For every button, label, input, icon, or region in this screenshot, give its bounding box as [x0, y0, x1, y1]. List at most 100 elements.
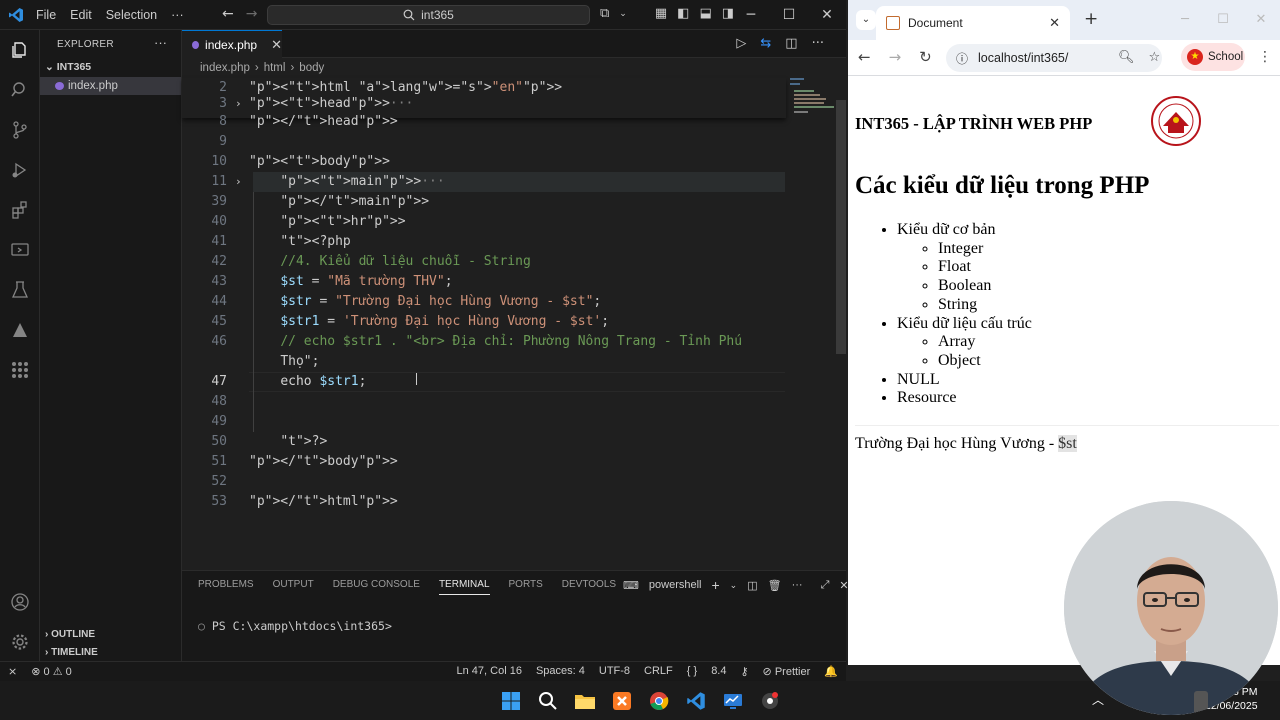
file-index-php[interactable]: index.php [40, 77, 181, 95]
menu-selection[interactable]: Selection [106, 8, 157, 22]
toggle-panel-icon[interactable]: ⬓ [699, 6, 711, 21]
chevron-down-icon[interactable]: ⌄ [730, 580, 738, 591]
code-line[interactable]: 49 [182, 412, 786, 432]
gear-icon[interactable] [8, 630, 32, 654]
menu-file[interactable]: File [36, 8, 56, 22]
compare-icon[interactable]: ⇆ [760, 36, 771, 51]
code-line[interactable]: 11 › "p"><"t">main"p">>··· [182, 172, 786, 192]
explorer-icon[interactable] [8, 38, 32, 62]
code-line[interactable]: 44 $str = "Trường Đại học Hùng Vương - $… [182, 292, 786, 312]
close-tab-icon[interactable]: ✕ [271, 37, 282, 53]
editor-scrollbar[interactable] [836, 100, 846, 354]
code-editor[interactable]: 2 "p"><"t">html "a">lang"w">="s">"en""p">… [182, 78, 836, 570]
chevron-down-icon[interactable]: ⌄ [619, 9, 627, 19]
copilot-icon[interactable]: ⧉ [600, 6, 609, 21]
back-arrow-icon[interactable]: ← [222, 6, 234, 22]
trash-icon[interactable]: 🗑 [768, 579, 782, 592]
back-arrow-icon[interactable]: ← [858, 48, 871, 66]
reload-icon[interactable]: ↻ [919, 48, 932, 66]
search-icon[interactable] [535, 688, 560, 713]
new-tab-icon[interactable]: + [1084, 9, 1098, 29]
code-line[interactable]: 53 "p"></"t">html"p">> [182, 492, 786, 512]
tab-search-icon[interactable]: ⌄ [856, 10, 876, 30]
code-line[interactable]: Thọ"; [182, 352, 786, 372]
code-line[interactable]: 46 // echo $str1 . "<br> Địa chỉ: Phường… [182, 332, 786, 352]
code-line[interactable]: 43 $st = "Mã trường THV"; [182, 272, 786, 292]
code-line[interactable]: 42 //4. Kiểu dữ liệu chuỗi - String [182, 252, 786, 272]
menu-more[interactable]: ··· [171, 8, 184, 22]
terminal-output[interactable]: ○ PS C:\xampp\htdocs\int365> [198, 619, 392, 633]
remote-icon[interactable]: ⨯ [8, 665, 17, 678]
encoding[interactable]: UTF-8 [599, 665, 630, 678]
tab-index-php[interactable]: index.php ✕ [182, 30, 282, 58]
chevron-up-icon[interactable]: ︿ [1092, 691, 1104, 708]
chrome-icon[interactable] [646, 688, 671, 713]
xampp-icon[interactable] [609, 688, 634, 713]
media-app-icon[interactable] [757, 688, 782, 713]
browser-menu-icon[interactable]: ⋮ [1258, 49, 1272, 65]
prettier-status[interactable]: ⊘ Prettier [763, 665, 811, 678]
tab-debug-console[interactable]: DEBUG CONSOLE [333, 579, 420, 595]
code-line[interactable]: 40 "p"><"t">hr"p">> [182, 212, 786, 232]
maximize-panel-icon[interactable]: ⤢ [821, 579, 830, 592]
close-tab-icon[interactable]: ✕ [1049, 15, 1060, 31]
site-info-icon[interactable]: ⓘ [956, 50, 968, 67]
code-line[interactable]: 3 › "p"><"t">head"p">>··· [182, 94, 786, 114]
language-mode[interactable]: { } [687, 665, 697, 678]
shell-name[interactable]: powershell [649, 579, 702, 591]
bookmark-star-icon[interactable]: ☆ [1149, 50, 1161, 65]
chevron-right-icon[interactable]: › [235, 172, 242, 192]
toggle-sidebar-icon[interactable]: ◧ [677, 6, 689, 21]
minimize-icon[interactable]: ─ [732, 0, 770, 30]
code-line[interactable]: 9 [182, 132, 786, 152]
php-version[interactable]: 8.4 [711, 665, 726, 678]
vscode-logo-icon[interactable] [8, 7, 24, 23]
bell-icon[interactable]: 🔔 [824, 665, 838, 678]
tab-ports[interactable]: PORTS [509, 579, 543, 595]
remote-explorer-icon[interactable] [8, 238, 32, 262]
vscode-taskbar-icon[interactable] [683, 688, 708, 713]
problems-status[interactable]: ⊗ 0 ⚠ 0 [31, 665, 72, 678]
minimize-icon[interactable]: ─ [1166, 0, 1204, 38]
tab-problems[interactable]: PROBLEMS [198, 579, 254, 595]
code-line[interactable]: 52 [182, 472, 786, 492]
code-line[interactable]: 45 $str1 = 'Trường Đại học Hùng Vương - … [182, 312, 786, 332]
code-line[interactable]: 47 echo $str1; [182, 372, 786, 392]
file-explorer-icon[interactable] [572, 688, 597, 713]
windows-start-icon[interactable] [498, 688, 523, 713]
minimap[interactable] [788, 78, 836, 198]
code-line[interactable]: 51 "p"></"t">body"p">> [182, 452, 786, 472]
more-actions-icon[interactable]: ··· [812, 36, 824, 51]
tab-terminal[interactable]: TERMINAL [438, 579, 490, 595]
code-line[interactable]: 8 "p"></"t">head"p">> [182, 112, 786, 132]
split-terminal-icon[interactable]: ◫ [747, 579, 757, 592]
code-line[interactable]: 41 "t"><?php [182, 232, 786, 252]
breadcrumb-file[interactable]: index.php [200, 62, 250, 74]
split-editor-icon[interactable]: ◫ [785, 36, 797, 51]
remote-desktop-icon[interactable] [720, 688, 745, 713]
chevron-right-icon[interactable]: › [235, 94, 242, 114]
close-icon[interactable]: ✕ [1242, 0, 1280, 38]
profile-button[interactable]: ★ School [1181, 43, 1245, 71]
run-debug-icon[interactable] [8, 158, 32, 182]
browser-tab-document[interactable]: Document ✕ [876, 6, 1070, 40]
line-endings[interactable]: CRLF [644, 665, 673, 678]
indentation[interactable]: Spaces: 4 [536, 665, 585, 678]
timeline-section[interactable]: › TIMELINE [45, 647, 98, 658]
code-line[interactable]: 10 "p"><"t">body"p">> [182, 152, 786, 172]
code-line[interactable]: 50 "t">?> [182, 432, 786, 452]
extensions-icon[interactable] [8, 198, 32, 222]
breadcrumb-html[interactable]: html [264, 62, 286, 74]
search-icon[interactable] [8, 78, 32, 102]
code-line[interactable]: 48 [182, 392, 786, 412]
source-control-icon[interactable] [8, 118, 32, 142]
close-icon[interactable]: ✕ [808, 0, 846, 30]
more-actions-icon[interactable]: ··· [154, 35, 167, 50]
wrench-icon[interactable]: ⚷ [740, 665, 748, 678]
zoom-icon[interactable]: 🔍︎ [1118, 50, 1135, 65]
account-icon[interactable] [8, 590, 32, 614]
tab-output[interactable]: OUTPUT [273, 579, 314, 595]
command-center-search[interactable]: int365 [267, 5, 590, 25]
cursor-position[interactable]: Ln 47, Col 16 [457, 665, 522, 678]
code-line[interactable]: 39 "p"></"t">main"p">> [182, 192, 786, 212]
